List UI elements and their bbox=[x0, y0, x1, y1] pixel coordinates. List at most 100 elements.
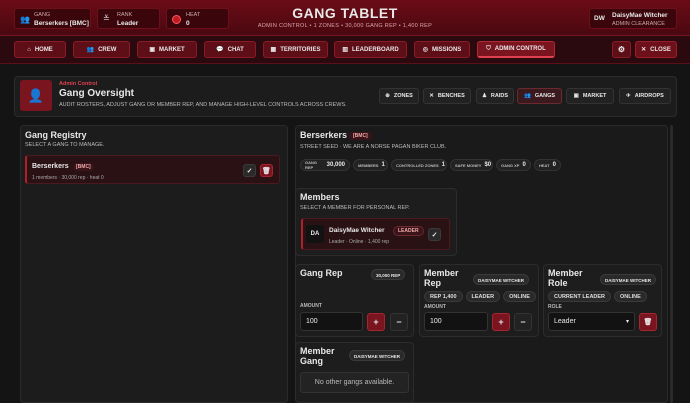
current-role-tag: CURRENT LEADER bbox=[548, 291, 612, 302]
member-rep-title: Member Rep bbox=[424, 268, 459, 288]
stat-value: $0 bbox=[484, 162, 492, 168]
stat-value: 0 bbox=[552, 162, 556, 168]
nav-missions[interactable]: ◎ MISSIONS bbox=[414, 41, 470, 58]
member-rep-add-button[interactable]: + bbox=[492, 313, 510, 331]
tablet-subtitle: ADMIN CONTROL • 1 ZONES • 30,000 GANG RE… bbox=[257, 23, 433, 29]
nav-admin-control[interactable]: ⛉ ADMIN CONTROL bbox=[477, 41, 555, 58]
registry-gang-meta: 1 members · 30,000 rep · heat 0 bbox=[32, 175, 104, 181]
member-badge: LEADER bbox=[393, 226, 424, 236]
member-rep-amount-input[interactable] bbox=[424, 312, 488, 331]
users-icon: 👥 bbox=[86, 47, 95, 53]
delete-gang-button[interactable]: 🗑 bbox=[260, 164, 273, 177]
role-select-value: Leader bbox=[554, 318, 576, 325]
tab-zones-label: ZONES bbox=[393, 93, 413, 99]
stat-pill-safe-money: SAFE MONEY $0 bbox=[450, 159, 493, 171]
select-member-button[interactable]: ✓ bbox=[428, 228, 441, 241]
plus-icon: + bbox=[498, 317, 504, 327]
role-tag: LEADER bbox=[465, 291, 501, 302]
nav-chat[interactable]: 💬 CHAT bbox=[204, 41, 256, 58]
oversight-description: AUDIT ROSTERS, ADJUST GANG OR MEMBER REP… bbox=[59, 102, 347, 108]
gang-rep-add-button[interactable]: + bbox=[367, 313, 385, 331]
tab-gangs[interactable]: 👥 GANGS bbox=[517, 88, 562, 104]
registry-title: Gang Registry bbox=[25, 130, 87, 140]
tab-raids-label: RAIDS bbox=[490, 93, 509, 99]
minus-icon: − bbox=[520, 317, 526, 327]
member-role-label: ROLE bbox=[548, 304, 562, 310]
nav-chat-label: CHAT bbox=[227, 46, 244, 53]
nav-leaderboard-label: LEADERBOARD bbox=[352, 46, 399, 53]
stat-label: CONTROLLED ZONES bbox=[396, 162, 439, 168]
member-gang-title: Member Gang bbox=[300, 346, 335, 366]
apply-role-button[interactable]: 🗑 bbox=[639, 313, 657, 331]
stat-label: SAFE MONEY bbox=[455, 162, 482, 168]
scrollbar[interactable] bbox=[670, 125, 673, 403]
gang-detail-name: Berserkers bbox=[300, 130, 348, 140]
settings-button[interactable]: ⚙ bbox=[612, 41, 631, 58]
nav-market[interactable]: ▣ MARKET bbox=[137, 41, 197, 58]
member-name: DaisyMae Witcher bbox=[329, 227, 385, 234]
gang-rep-badge: 30,000 REP bbox=[371, 269, 406, 280]
chart-icon: ▥ bbox=[342, 47, 348, 53]
gang-rep-amount-input[interactable] bbox=[300, 312, 363, 331]
nav-territories[interactable]: ▦ TERRITORIES bbox=[263, 41, 328, 58]
tablet-title: GANG TABLET bbox=[292, 5, 398, 21]
trash-icon: 🗑 bbox=[262, 167, 271, 175]
tab-market-label: MARKET bbox=[582, 93, 607, 99]
tab-market[interactable]: ▣ MARKET bbox=[566, 88, 614, 104]
member-role-title: Member Role bbox=[548, 268, 583, 288]
tab-benches[interactable]: ✕ BENCHES bbox=[423, 88, 471, 104]
member-gang-empty: No other gangs available. bbox=[300, 372, 409, 393]
registry-gang-name: Berserkers bbox=[32, 163, 69, 170]
oversight-eyebrow: Admin Control bbox=[59, 81, 98, 87]
stat-label: MEMBERS bbox=[358, 162, 379, 168]
stat-value: 30,000 bbox=[326, 162, 345, 168]
member-rep-amount-label: AMOUNT bbox=[424, 304, 446, 310]
member-role-badge: DAISYMAE WITCHER bbox=[600, 274, 656, 285]
gang-rep-subtract-button[interactable]: − bbox=[390, 313, 408, 331]
nav-home[interactable]: ⌂ HOME bbox=[14, 41, 66, 58]
user-name: DaisyMae Witcher bbox=[612, 12, 668, 19]
person-icon: ♟ bbox=[481, 93, 487, 99]
shield-icon: ⛉ bbox=[486, 45, 491, 52]
nav-home-label: HOME bbox=[34, 46, 53, 53]
user-role: ADMIN CLEARANCE bbox=[612, 21, 665, 27]
stat-label: GANG REP bbox=[305, 160, 317, 170]
stat-pill-members: MEMBERS 1 bbox=[353, 159, 388, 171]
gang-rep-title: Gang Rep bbox=[300, 268, 343, 278]
members-subtitle: SELECT A MEMBER FOR PERSONAL REP. bbox=[300, 205, 410, 211]
tab-zones[interactable]: ⊕ ZONES bbox=[379, 88, 419, 104]
tab-raids[interactable]: ♟ RAIDS bbox=[476, 88, 514, 104]
members-title: Members bbox=[300, 192, 340, 202]
target-icon: ◎ bbox=[422, 47, 428, 53]
nav-crew[interactable]: 👥 CREW bbox=[73, 41, 130, 58]
registry-gang-tag: [BMC] bbox=[73, 163, 94, 171]
stat-value: 1 bbox=[441, 162, 446, 168]
role-select[interactable]: Leader ▾ bbox=[548, 312, 635, 331]
chevron-down-icon: ▾ bbox=[625, 319, 629, 325]
nav-market-label: MARKET bbox=[159, 46, 185, 53]
gang-detail-tag: [BMC] bbox=[349, 132, 372, 140]
select-gang-button[interactable]: ✓ bbox=[243, 164, 256, 177]
home-icon: ⌂ bbox=[27, 46, 31, 53]
stat-value: 0 bbox=[522, 162, 526, 168]
minus-icon: − bbox=[396, 317, 402, 327]
rep-tag: REP 1,400 bbox=[424, 291, 463, 302]
status-tag: ONLINE bbox=[503, 291, 536, 302]
registry-subtitle: SELECT A GANG TO MANAGE. bbox=[25, 142, 105, 148]
nav-missions-label: MISSIONS bbox=[431, 46, 462, 53]
tab-benches-label: BENCHES bbox=[437, 93, 465, 99]
oversight-title: Gang Oversight bbox=[59, 88, 135, 99]
store-icon: ▣ bbox=[573, 93, 579, 99]
status-tag: ONLINE bbox=[614, 291, 647, 302]
member-avatar: DA bbox=[306, 225, 324, 243]
nav-leaderboard[interactable]: ▥ LEADERBOARD bbox=[334, 41, 407, 58]
user-chip: DW DaisyMae Witcher ADMIN CLEARANCE bbox=[589, 8, 677, 29]
member-rep-badge: DAISYMAE WITCHER bbox=[473, 274, 529, 285]
stat-pill-gang-xp: GANG XP 0 bbox=[496, 159, 531, 171]
member-initials: DA bbox=[310, 231, 320, 237]
close-button[interactable]: ✕ CLOSE bbox=[635, 41, 677, 58]
map-icon: ▦ bbox=[270, 47, 277, 53]
member-gang-empty-text: No other gangs available. bbox=[314, 379, 395, 386]
member-rep-subtract-button[interactable]: − bbox=[514, 313, 532, 331]
tab-airdrops[interactable]: ✈ AIRDROPS bbox=[619, 88, 671, 104]
